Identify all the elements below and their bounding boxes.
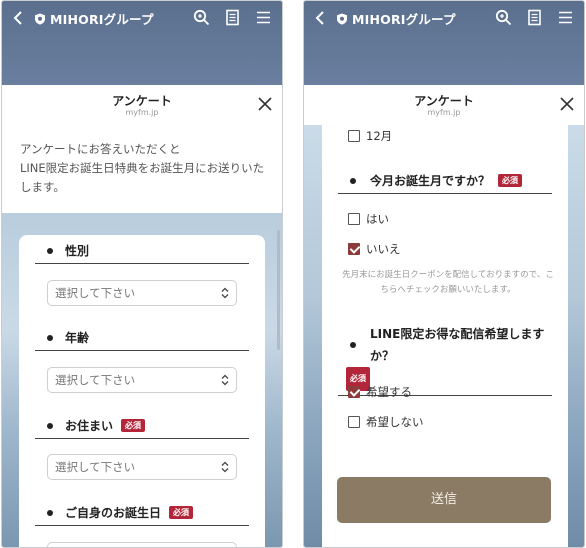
checkbox-icon[interactable] — [348, 213, 360, 225]
select-placeholder: 選択して下さい — [55, 373, 136, 387]
required-badge: 必須 — [498, 174, 523, 187]
checkbox-icon[interactable] — [348, 416, 360, 428]
app-title-text: MIHORIグループ — [50, 12, 154, 27]
submit-button[interactable]: 送信 — [337, 477, 551, 523]
select-chevron-icon — [221, 374, 229, 386]
option-want[interactable]: 希望する — [348, 384, 412, 400]
option-label: 希望する — [366, 385, 412, 399]
field-label-residence: お住まい 必須 — [35, 417, 249, 439]
menu-icon[interactable] — [255, 9, 272, 26]
nav-icons — [495, 9, 574, 26]
option-label: はい — [366, 212, 389, 226]
search-icon[interactable] — [193, 9, 210, 26]
form-card: 性別 選択して下さい 年齢 選択して下さい お住まい 必須 選択して下さい ご自… — [19, 235, 265, 547]
bullet-icon — [350, 342, 356, 348]
document-icon[interactable] — [526, 9, 543, 26]
option-label: 12月 — [366, 129, 393, 143]
app-title: MIHORIグループ — [336, 9, 456, 28]
app-title-text: MIHORIグループ — [352, 12, 456, 27]
search-icon[interactable] — [495, 9, 512, 26]
sheet-title: アンケート — [414, 94, 474, 108]
month-option-12[interactable]: 12月 — [348, 128, 392, 144]
option-label: 希望しない — [366, 415, 424, 429]
bullet-icon — [350, 177, 356, 184]
close-icon[interactable] — [560, 97, 574, 111]
intro-text-content: アンケートにお答えいただくと LINE限定お誕生日特典をお誕生月にお送りいたします… — [20, 142, 265, 194]
coupon-note: 先月末にお誕生日クーポンを配信しておりますので、こちらへチェックお願いいたします… — [342, 270, 554, 295]
app-title: MIHORIグループ — [34, 9, 154, 28]
bullet-icon — [47, 247, 53, 254]
bullet-icon — [47, 422, 53, 429]
nav-icons — [193, 9, 272, 26]
phone-screen-left: MIHORIグループ アンケート myfm.jp アンケートにお答えいただくと … — [1, 0, 283, 548]
checkbox-checked-icon[interactable] — [348, 243, 360, 255]
birthday-select[interactable] — [47, 542, 237, 547]
sheet-domain: myfm.jp — [427, 108, 461, 117]
scrollbar[interactable] — [277, 230, 280, 350]
field-label-text: 年齢 — [65, 331, 90, 345]
back-arrow-icon[interactable] — [10, 9, 28, 27]
screenshot-canvas: MIHORIグループ アンケート myfm.jp アンケートにお答えいただくと … — [0, 0, 586, 548]
back-arrow-icon[interactable] — [312, 9, 330, 27]
question-text: 今月お誕生月ですか？ — [370, 174, 491, 188]
select-chevron-icon — [221, 461, 229, 473]
field-label-text: 性別 — [65, 244, 90, 258]
field-label-gender: 性別 — [35, 242, 249, 264]
select-placeholder: 選択して下さい — [55, 460, 136, 474]
option-label: いいえ — [366, 242, 401, 256]
survey-sheet: アンケート myfm.jp アンケートにお答えいただくと LINE限定お誕生日特典… — [2, 85, 282, 547]
document-icon[interactable] — [224, 9, 241, 26]
survey-sheet: アンケート myfm.jp 12月 今月お誕生月ですか？ 必須 はい いいえ 先… — [304, 85, 584, 547]
shield-icon — [337, 13, 347, 25]
close-icon[interactable] — [258, 97, 272, 111]
field-label-birthday: ご自身のお誕生日 必須 — [35, 504, 249, 526]
field-label-text: ご自身のお誕生日 — [65, 506, 162, 520]
question-text: LINE限定お得な配信希望しますか？ — [370, 327, 545, 363]
phone-screen-right: MIHORIグループ アンケート myfm.jp 12月 今月お誕生月ですか？ … — [303, 0, 585, 548]
sheet-domain: myfm.jp — [125, 108, 159, 117]
bullet-icon — [47, 509, 53, 516]
top-nav: MIHORIグループ — [2, 1, 282, 35]
top-nav: MIHORIグループ — [304, 1, 584, 35]
checkbox-checked-icon[interactable] — [348, 386, 360, 398]
required-badge: 必須 — [169, 506, 194, 519]
age-select[interactable]: 選択して下さい — [47, 367, 237, 393]
sheet-title: アンケート — [112, 94, 172, 108]
select-chevron-icon — [221, 287, 229, 299]
checkbox-icon[interactable] — [348, 130, 360, 142]
option-not-want[interactable]: 希望しない — [348, 414, 424, 430]
option-yes[interactable]: はい — [348, 211, 389, 227]
select-placeholder: 選択して下さい — [55, 286, 136, 300]
gender-select[interactable]: 選択して下さい — [47, 280, 237, 306]
field-label-age: 年齢 — [35, 329, 249, 351]
intro-text: アンケートにお答えいただくと LINE限定お誕生日特典をお誕生月にお送りいたします… — [20, 140, 268, 197]
required-badge: 必須 — [121, 419, 146, 432]
field-label-text: お住まい — [65, 419, 114, 433]
option-no[interactable]: いいえ — [348, 241, 401, 257]
residence-select[interactable]: 選択して下さい — [47, 454, 237, 480]
shield-icon — [35, 13, 45, 25]
bullet-icon — [47, 334, 53, 341]
question-birth-month: 今月お誕生月ですか？ 必須 — [338, 172, 552, 194]
menu-icon[interactable] — [557, 9, 574, 26]
